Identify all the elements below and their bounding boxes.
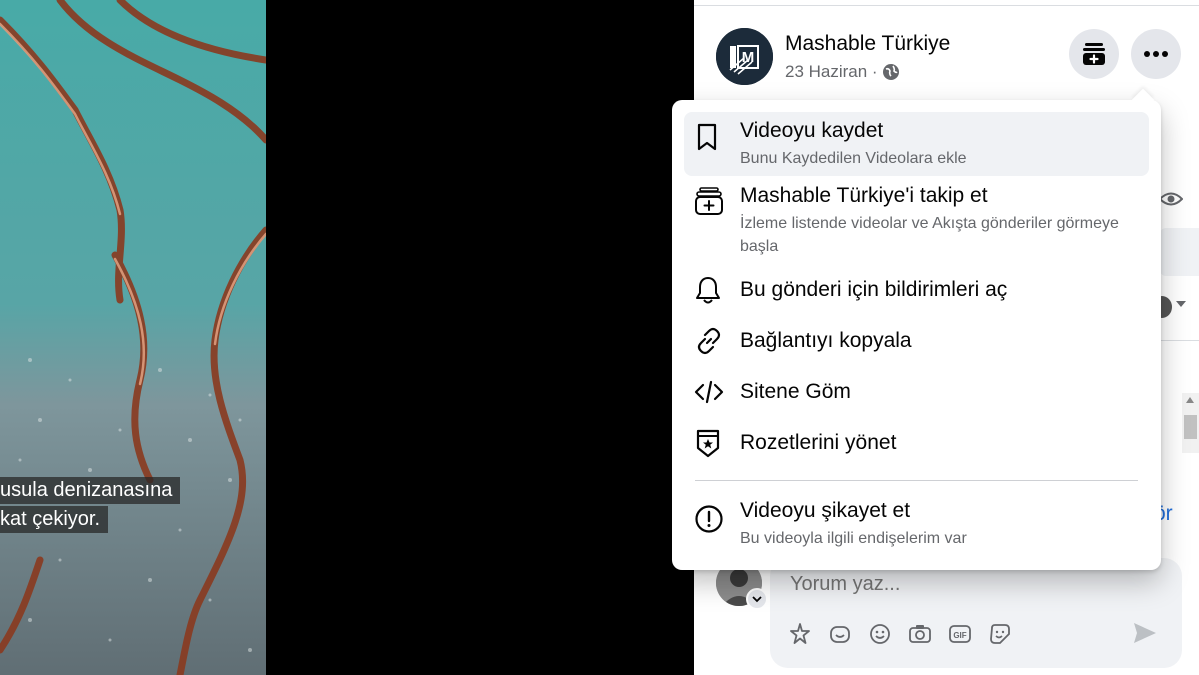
emoji-button[interactable] [866, 620, 893, 647]
eye-icon [1159, 192, 1183, 206]
menu-item-desc: Bu videoyla ilgili endişelerim var [740, 530, 967, 547]
menu-item-manage-badges[interactable]: Rozetlerini yönet [684, 418, 1149, 468]
menu-item-notifications[interactable]: Bu gönderi için bildirimleri aç [684, 265, 1149, 315]
avatar-sticker-button[interactable] [786, 620, 813, 647]
frame-button[interactable] [826, 620, 853, 647]
frame-icon [829, 625, 850, 643]
menu-item-title: Videoyu şikayet et [740, 499, 911, 522]
post-date[interactable]: 23 Haziran · [785, 62, 878, 82]
follow-add-icon [694, 186, 724, 216]
follow-add-icon [1083, 43, 1105, 65]
video-image [0, 0, 266, 675]
comment-toolbar: GIF [786, 620, 1013, 647]
emoji-icon [869, 623, 890, 644]
partially-hidden-button[interactable] [1160, 228, 1199, 276]
chevron-down-icon[interactable] [1175, 300, 1187, 308]
menu-item-title: Videoyu kaydet [740, 119, 884, 142]
post-meta: 23 Haziran · [785, 62, 900, 82]
avatar-sticker-icon [789, 622, 810, 644]
badge-icon [694, 428, 722, 458]
menu-item-embed[interactable]: Sitene Göm [684, 367, 1149, 417]
gif-button[interactable]: GIF [946, 620, 973, 647]
menu-item-title: Bu gönderi için bildirimleri aç [740, 278, 1008, 301]
menu-item-title: Rozetlerini yönet [740, 431, 897, 454]
more-dots-icon [1144, 51, 1168, 57]
menu-item-desc: Bunu Kaydedilen Videolara ekle [740, 150, 967, 167]
photo-button[interactable] [906, 620, 933, 647]
menu-item-save-video[interactable]: Videoyu kaydet Bunu Kaydedilen Videolara… [684, 112, 1149, 176]
sticker-icon [989, 623, 1010, 644]
gif-icon: GIF [948, 624, 971, 643]
follow-button[interactable] [1069, 29, 1119, 79]
comment-composer: GIF [770, 558, 1182, 668]
sticker-button[interactable] [986, 620, 1013, 647]
comment-input[interactable] [788, 572, 1112, 597]
video-subtitle-line2: kat çekiyor. [0, 506, 109, 533]
video-subtitle-line1: usula denizanasına [0, 477, 181, 504]
mashable-logo-icon: M [716, 28, 773, 85]
comments-scrollbar[interactable] [1182, 393, 1199, 453]
menu-item-report-video[interactable]: Videoyu şikayet et Bu videoyla ilgili en… [684, 492, 1149, 556]
top-divider [694, 5, 1199, 6]
more-options-button[interactable] [1131, 29, 1181, 79]
link-icon [694, 326, 724, 356]
menu-item-title: Bağlantıyı kopyala [740, 329, 912, 352]
avatar-switch-button[interactable] [746, 588, 768, 610]
globe-icon [882, 64, 899, 80]
bookmark-icon [694, 122, 720, 152]
video-player[interactable]: usula denizanasına kat çekiyor. [0, 0, 694, 675]
page-name[interactable]: Mashable Türkiye [785, 32, 950, 56]
menu-separator [695, 480, 1138, 481]
section-divider [1160, 340, 1199, 341]
menu-item-copy-link[interactable]: Bağlantıyı kopyala [684, 316, 1149, 366]
scroll-thumb[interactable] [1184, 415, 1197, 439]
video-frame: usula denizanasına kat çekiyor. [0, 0, 266, 675]
send-button[interactable] [1132, 620, 1158, 651]
scroll-up-arrow-icon[interactable] [1186, 397, 1194, 403]
report-icon [694, 504, 724, 534]
menu-item-title: Sitene Göm [740, 380, 851, 403]
menu-item-follow-page[interactable]: Mashable Türkiye'i takip et İzleme liste… [684, 178, 1149, 262]
send-icon [1134, 623, 1156, 643]
svg-text:GIF: GIF [953, 631, 966, 640]
menu-item-title: Mashable Türkiye'i takip et [740, 184, 988, 207]
page-avatar[interactable]: M [716, 28, 773, 85]
bell-icon [694, 275, 722, 305]
camera-icon [908, 624, 931, 643]
code-icon [694, 377, 724, 407]
post-options-menu: Videoyu kaydet Bunu Kaydedilen Videolara… [672, 88, 1161, 570]
menu-item-desc: İzleme listende videolar ve Akışta gönde… [740, 215, 1119, 255]
chevron-down-icon [752, 595, 762, 602]
